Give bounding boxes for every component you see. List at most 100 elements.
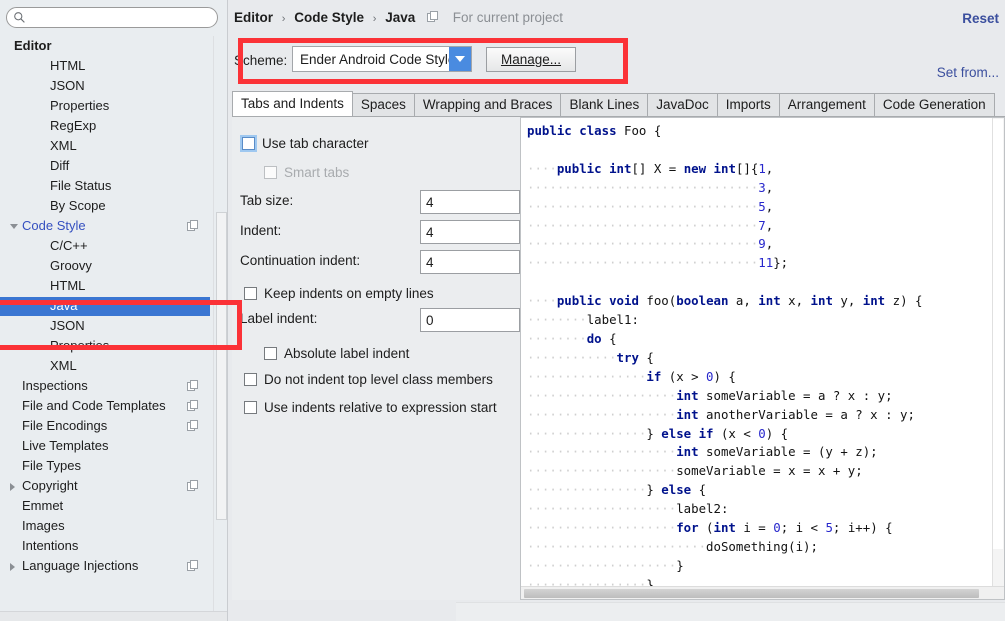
sidebar-item-label: Intentions (22, 538, 79, 553)
sidebar-item-file-types[interactable]: File Types (0, 456, 213, 476)
set-from-link[interactable]: Set from... (937, 65, 999, 80)
sidebar-item-groovy[interactable]: Groovy (0, 256, 213, 276)
scheme-label: Scheme: (234, 53, 288, 68)
code-preview-text[interactable]: public class Foo { ····public int[] X = … (521, 118, 992, 586)
tab-arrangement[interactable]: Arrangement (778, 93, 875, 116)
sidebar-item-live-templates[interactable]: Live Templates (0, 436, 213, 456)
breadcrumb-separator: › (281, 13, 286, 25)
chevron-down-icon[interactable] (10, 224, 18, 229)
sidebar-item-label: File Types (22, 458, 82, 473)
sidebar-item-c-c[interactable]: C/C++ (0, 236, 213, 256)
tab-wrapping-and-braces[interactable]: Wrapping and Braces (413, 93, 562, 116)
sidebar-item-file-and-code-templates[interactable]: File and Code Templates (0, 396, 213, 416)
sidebar-scrollbar[interactable] (213, 36, 228, 611)
sidebar-item-label: Properties (50, 98, 110, 113)
use-indents-relative-checkbox[interactable]: Use indents relative to expression start (244, 398, 497, 416)
sidebar-item-label: Properties (50, 338, 110, 353)
sidebar-item-label: Inspections (22, 378, 88, 393)
label-indent-input[interactable] (420, 308, 520, 332)
sidebar-item-diff[interactable]: Diff (0, 156, 213, 176)
tabs-and-indents-panel: Use tab character Smart tabs Tab size: I… (232, 117, 520, 600)
scheme-dropdown[interactable]: Ender Android Code Style (292, 46, 472, 72)
sidebar-item-language-injections[interactable]: Language Injections (0, 556, 213, 576)
breadcrumb-editor[interactable]: Editor (234, 10, 273, 25)
sidebar-item-file-status[interactable]: File Status (0, 176, 213, 196)
sidebar-item-code-style[interactable]: Code Style (0, 216, 213, 236)
checkbox-box[interactable] (242, 136, 255, 150)
scope-label: For current project (452, 10, 564, 25)
code-preview-vertical-thumb[interactable] (993, 119, 1003, 549)
tab-code-generation[interactable]: Code Generation (873, 93, 995, 116)
do-not-indent-top-level-checkbox[interactable]: Do not indent top level class members (244, 370, 493, 388)
sidebar-item-html[interactable]: HTML (0, 276, 213, 296)
sidebar-item-intentions[interactable]: Intentions (0, 536, 213, 556)
manage-button[interactable]: Manage... (486, 47, 576, 72)
code-preview-horizontal-thumb[interactable] (524, 589, 979, 598)
settings-sidebar: Editor HTML JSON Properties RegExp XML Diff Fil… (0, 0, 228, 621)
sidebar-item-java[interactable]: Java (0, 296, 213, 316)
sidebar-item-file-encodings[interactable]: File Encodings (0, 416, 213, 436)
sidebar-item-editor[interactable]: Editor (0, 36, 213, 56)
copy-icon (187, 560, 198, 571)
chevron-down-icon[interactable] (449, 47, 471, 71)
sidebar-item-properties[interactable]: Properties (0, 96, 213, 116)
sidebar-item-xml[interactable]: XML (0, 136, 213, 156)
absolute-label-indent-checkbox[interactable]: Absolute label indent (264, 344, 409, 362)
breadcrumb-java[interactable]: Java (385, 10, 415, 25)
continuation-indent-label: Continuation indent: (240, 253, 361, 268)
sidebar-item-emmet[interactable]: Emmet (0, 496, 213, 516)
sidebar-item-label: Live Templates (22, 438, 109, 453)
tab-label: Tabs and Indents (241, 96, 344, 111)
smart-tabs-checkbox[interactable]: Smart tabs (264, 163, 349, 181)
checkbox-box[interactable] (244, 286, 257, 300)
sidebar-item-html[interactable]: HTML (0, 56, 213, 76)
sidebar-item-by-scope[interactable]: By Scope (0, 196, 213, 216)
tab-label: Arrangement (787, 97, 866, 112)
settings-dialog: Editor HTML JSON Properties RegExp XML Diff Fil… (0, 0, 1005, 621)
label-indent-label: Label indent: (240, 311, 318, 326)
sidebar-item-inspections[interactable]: Inspections (0, 376, 213, 396)
tab-blank-lines[interactable]: Blank Lines (560, 93, 649, 116)
keep-indents-on-empty-lines-checkbox[interactable]: Keep indents on empty lines (244, 284, 434, 302)
code-preview-horizontal-scrollbar[interactable] (521, 586, 1004, 599)
copy-icon (187, 400, 198, 411)
reset-link[interactable]: Reset (962, 11, 999, 26)
sidebar-item-label: C/C++ (50, 238, 88, 253)
tab-spaces[interactable]: Spaces (351, 93, 415, 116)
selection-highlight (0, 297, 210, 316)
tab-imports[interactable]: Imports (716, 93, 780, 116)
tab-javadoc[interactable]: JavaDoc (647, 93, 718, 116)
search-input[interactable] (6, 7, 218, 28)
settings-tabs[interactable]: Tabs and Indents Spaces Wrapping and Brace… (232, 91, 995, 116)
tab-tabs-and-indents[interactable]: Tabs and Indents (232, 91, 353, 116)
sidebar-search[interactable] (6, 7, 218, 28)
breadcrumb-code-style[interactable]: Code Style (294, 10, 364, 25)
checkbox-box[interactable] (244, 372, 257, 386)
scheme-selected-value: Ender Android Code Style (300, 51, 449, 67)
sidebar-item-json[interactable]: JSON (0, 316, 213, 336)
indent-input[interactable] (420, 220, 520, 244)
smart-tabs-label: Smart tabs (284, 164, 350, 180)
sidebar-item-properties[interactable]: Properties (0, 336, 213, 356)
sidebar-item-images[interactable]: Images (0, 516, 213, 536)
sidebar-item-label: XML (50, 138, 77, 153)
sidebar-scrollbar-thumb[interactable] (216, 212, 227, 520)
tab-size-label: Tab size: (240, 193, 294, 208)
checkbox-box[interactable] (244, 400, 257, 414)
tab-size-input[interactable] (420, 190, 520, 214)
chevron-right-icon[interactable] (10, 563, 15, 571)
sidebar-item-copyright[interactable]: Copyright (0, 476, 213, 496)
checkbox-box[interactable] (264, 346, 277, 360)
chevron-right-icon[interactable] (10, 483, 15, 491)
checkbox-box[interactable] (264, 165, 277, 179)
sidebar-item-json[interactable]: JSON (0, 76, 213, 96)
code-preview-vertical-scrollbar[interactable] (992, 118, 1004, 586)
sidebar-item-label: File and Code Templates (22, 398, 166, 413)
sidebar-item-regexp[interactable]: RegExp (0, 116, 213, 136)
continuation-indent-input[interactable] (420, 250, 520, 274)
sidebar-item-label: Groovy (50, 258, 92, 273)
sidebar-item-xml[interactable]: XML (0, 356, 213, 376)
sidebar-item-label: Language Injections (22, 558, 139, 573)
settings-tree[interactable]: Editor HTML JSON Properties RegExp XML Diff Fil… (0, 36, 213, 611)
use-tab-character-checkbox[interactable]: Use tab character (242, 134, 369, 152)
